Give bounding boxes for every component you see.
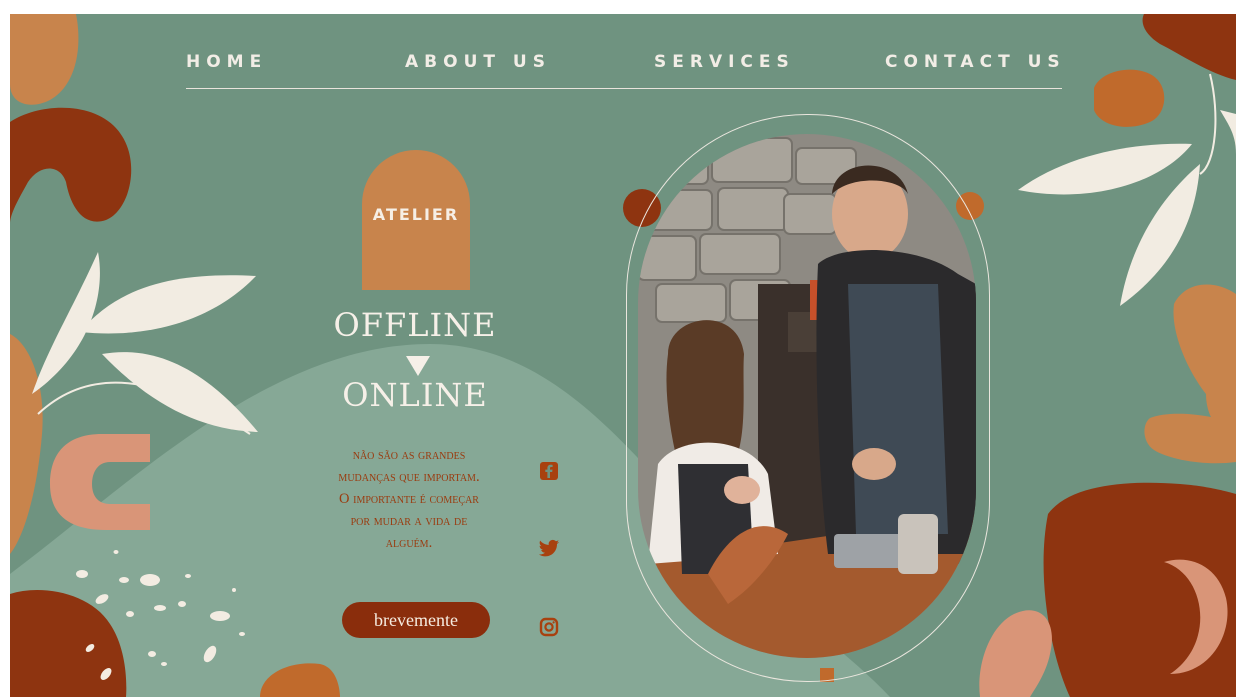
down-arrow-icon — [406, 356, 430, 376]
decorative-background — [10, 14, 1236, 697]
quote-line: mudanças que importam. — [338, 469, 480, 485]
quote-line: por mudar a vida de — [350, 513, 468, 529]
quote-text: não são as grandes mudanças que importam… — [278, 444, 540, 554]
nav-home[interactable]: HOME — [186, 52, 267, 72]
facebook-icon[interactable] — [538, 460, 560, 482]
top-navigation: HOME ABOUT US SERVICES CONTACT US — [186, 48, 1062, 89]
quote-line: O importante é começar — [339, 491, 479, 507]
headline-offline: OFFLINE — [333, 306, 497, 344]
quote-line: não são as grandes — [352, 447, 466, 463]
artisans-photo — [638, 134, 976, 658]
leather-workshop-illustration — [638, 134, 976, 658]
quote-line: alguém. — [385, 535, 433, 551]
atelier-label: ATELIER — [372, 205, 460, 224]
headline-online: ONLINE — [342, 376, 488, 414]
brevemente-button[interactable]: brevemente — [342, 602, 490, 638]
instagram-icon[interactable] — [538, 616, 560, 638]
landing-page: HOME ABOUT US SERVICES CONTACT US ATELIE… — [10, 14, 1236, 697]
nav-services[interactable]: SERVICES — [654, 52, 795, 72]
atelier-badge: ATELIER — [362, 150, 470, 290]
twitter-icon[interactable] — [538, 538, 560, 560]
nav-contact-us[interactable]: CONTACT US — [885, 52, 1066, 72]
nav-about-us[interactable]: ABOUT US — [405, 52, 551, 72]
